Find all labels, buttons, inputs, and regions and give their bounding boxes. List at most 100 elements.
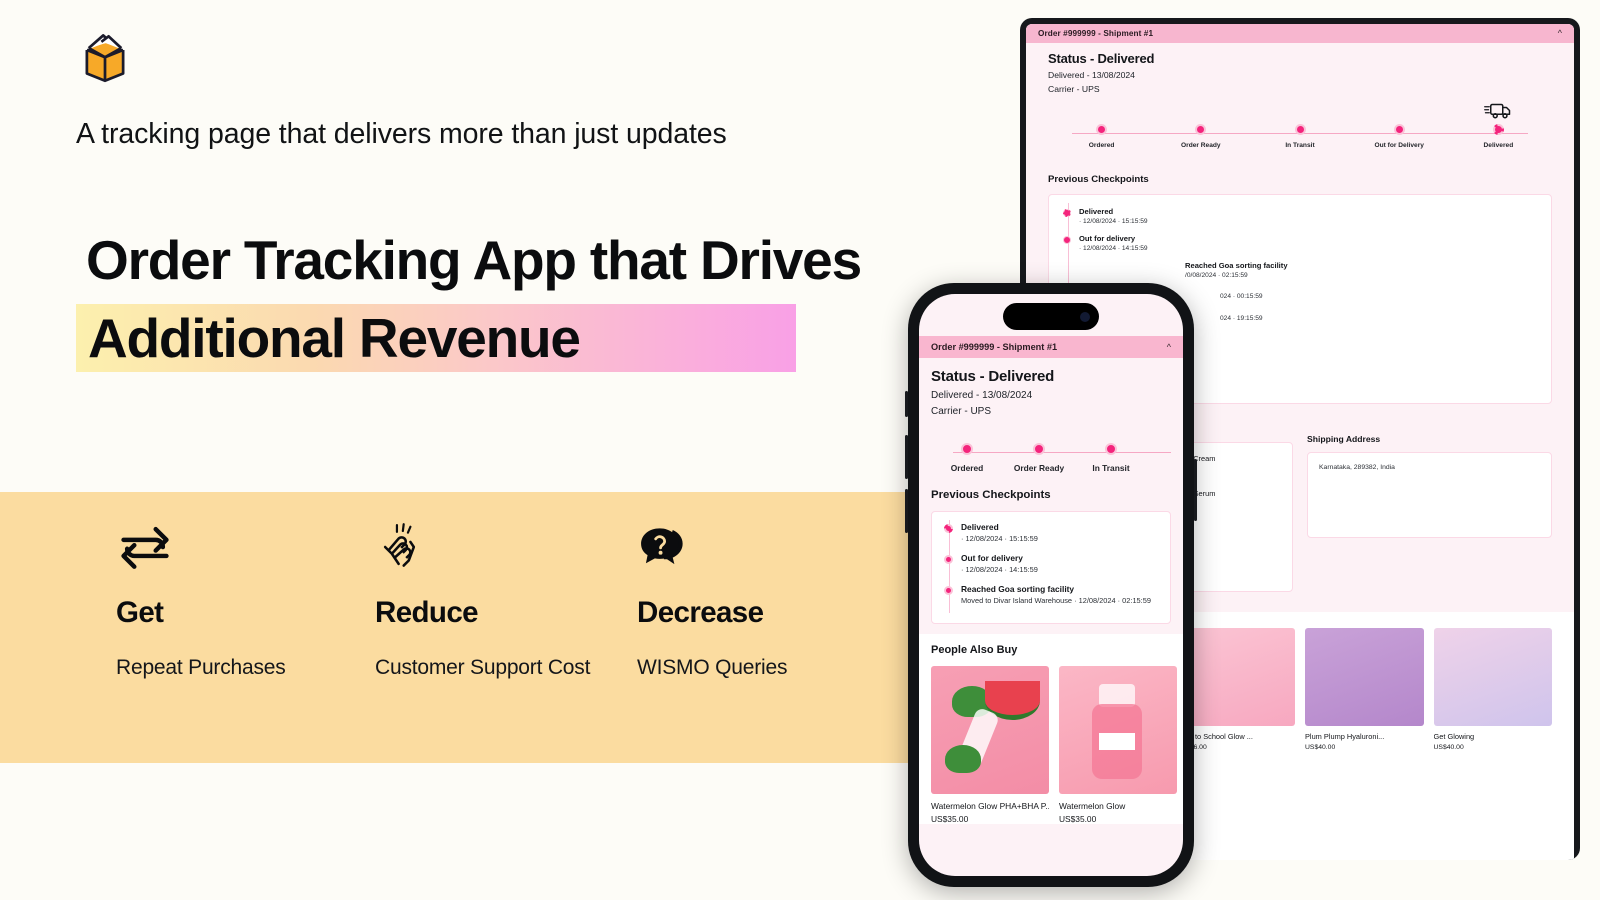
desktop-address-box: Karnataka, 289382, India [1307, 452, 1552, 538]
hero-headline-line1: Order Tracking App that Drives [86, 229, 862, 291]
fist-bump-icon [375, 516, 613, 578]
product-card[interactable]: Get Glowing US$40.00 [1433, 628, 1552, 751]
desktop-progress-steps: Ordered Order Ready In Transit Out for Deli… [1052, 124, 1548, 149]
product-image [1176, 628, 1295, 726]
checkpoint-name: Reached Goa sorting facility [1185, 261, 1288, 270]
phone-reco-title: People Also Buy [931, 643, 1018, 656]
checkpoint-item: Delivered · 12/08/2024 · 15:15:59 [1049, 207, 1551, 234]
checkpoint-meta: · 12/08/2024 · 14:15:59 [961, 564, 1038, 574]
progress-step-label: In Transit [1285, 142, 1315, 149]
progress-step: Delivered [1449, 124, 1548, 149]
checkpoint-dot [944, 554, 953, 564]
phone-volume-down-button[interactable] [905, 489, 908, 533]
progress-dot [1492, 124, 1504, 135]
chevron-up-icon[interactable]: ^ [1558, 29, 1562, 38]
phone-reco-grid: Watermelon Glow PHA+BHA P... US$35.00 Wate… [931, 665, 1177, 824]
checkpoint-meta: /0/08/2024 · 02:15:59 [1185, 272, 1248, 279]
desktop-address-title: Shipping Address [1307, 434, 1381, 444]
feature-reduce: Reduce Customer Support Cost [375, 516, 613, 684]
hero-headline-highlight: Additional Revenue [76, 304, 796, 372]
checkpoint-name: Delivered [1079, 207, 1114, 216]
desktop-checkpoints-title: Previous Checkpoints [1048, 174, 1149, 185]
checkpoint-item: Out for delivery · 12/08/2024 · 14:15:59 [932, 553, 1170, 584]
product-card[interactable]: Watermelon Glow PHA+BHA P... US$35.00 [931, 665, 1049, 824]
checkpoint-name: Reached Goa sorting facility [961, 583, 1075, 594]
desktop-order-bar[interactable]: Order #999999 - Shipment #1 ^ [1026, 24, 1574, 43]
desktop-progress-tracker: Ordered Order Ready In Transit Out for Deli… [1026, 98, 1574, 168]
phone-status-title: Status - Delivered [931, 368, 1055, 385]
delivery-truck-icon [1484, 100, 1514, 126]
product-price: US$40.00 [1305, 744, 1336, 751]
product-price: US$40.00 [1433, 744, 1464, 751]
progress-dot [1105, 443, 1117, 455]
checkpoint-meta: 024 · 19:15:59 [1220, 315, 1263, 322]
phone-power-button[interactable] [1194, 459, 1197, 521]
desktop-progress-track: Ordered Order Ready In Transit Out for Deli… [1052, 124, 1548, 158]
phone-volume-up-button[interactable] [905, 435, 908, 479]
feature-subtitle: Customer Support Cost [375, 656, 591, 679]
progress-step: In Transit [1250, 124, 1349, 149]
feature-title: Reduce [375, 596, 479, 629]
feature-title: Decrease [637, 596, 764, 629]
desktop-status-block: Status - Delivered Delivered - 13/08/202… [1026, 43, 1574, 98]
checkpoint-item: Reached Goa sorting facility Moved to Div… [932, 584, 1170, 615]
checkpoint-dot [1063, 236, 1071, 244]
checkpoint-item: Out for delivery · 12/08/2024 · 14:15:59 [1049, 234, 1551, 261]
progress-step: In Transit [1075, 443, 1147, 473]
phone-carrier: Carrier - UPS [931, 406, 992, 417]
progress-step-label: Order Ready [1181, 142, 1221, 149]
desktop-carrier: Carrier - UPS [1048, 84, 1100, 94]
product-image [1305, 628, 1424, 726]
feature-decrease: Decrease WISMO Queries [637, 516, 867, 684]
desktop-status-title: Status - Delivered [1048, 51, 1155, 66]
checkpoint-dot [944, 524, 953, 533]
marketing-column: A tracking page that delivers more than … [0, 0, 960, 900]
progress-dot [1096, 124, 1108, 135]
progress-dot [1195, 124, 1207, 135]
phone-silent-switch[interactable] [905, 391, 908, 417]
phone-order-bar[interactable]: Order #999999 - Shipment #1 ^ [919, 336, 1183, 358]
product-price: US$35.00 [931, 813, 969, 824]
product-name: Back to School Glow ... [1176, 732, 1253, 741]
progress-dot [1294, 124, 1306, 135]
product-name: Get Glowing [1433, 732, 1475, 741]
open-box-icon [76, 30, 134, 88]
repeat-arrows-icon [116, 516, 346, 578]
product-card[interactable]: Watermelon Glow US$35.00 [1059, 665, 1177, 824]
chevron-up-icon[interactable]: ^ [1167, 342, 1171, 352]
phone-front-camera [1080, 311, 1090, 322]
checkpoint-name: Delivered [961, 522, 999, 532]
progress-dot [961, 443, 973, 455]
phone-delivered-date: Delivered - 13/08/2024 [931, 390, 1033, 401]
progress-step: Ordered [1052, 124, 1151, 149]
desktop-order-label: Order #999999 - Shipment #1 [1038, 29, 1154, 38]
product-card[interactable]: Back to School Glow ... US$76.00 [1176, 628, 1296, 751]
product-image [931, 665, 1049, 794]
feature-get: Get Repeat Purchases [116, 516, 346, 684]
product-card[interactable]: Plum Plump Hyaluroni... US$40.00 [1305, 628, 1424, 751]
checkpoint-name: Out for delivery [961, 552, 1023, 563]
progress-step-label: Ordered [950, 463, 984, 473]
product-name: Watermelon Glow [1059, 800, 1126, 811]
phone-order-label: Order #999999 - Shipment #1 [931, 342, 1058, 352]
checkpoint-name: Out for delivery [1079, 234, 1136, 243]
checkpoint-item: Delivered · 12/08/2024 · 15:15:59 [932, 522, 1170, 553]
progress-step-label: Order Ready [1013, 463, 1065, 473]
progress-step: Ordered [931, 443, 1003, 473]
progress-step: Order Ready [1151, 124, 1250, 149]
progress-step-label: In Transit [1092, 463, 1130, 473]
hero-headline-line2: Additional Revenue [88, 307, 581, 369]
feature-title: Get [116, 596, 164, 629]
progress-step: Out for Delivery [1350, 124, 1449, 149]
checkpoint-meta: Moved to Divar Island Warehouse · 12/08/… [961, 595, 1151, 605]
product-price: US$76.00 [1177, 744, 1296, 751]
phone-checkpoints-box: Delivered · 12/08/2024 · 15:15:59 Out for … [931, 511, 1171, 624]
phone-checkpoints-title: Previous Checkpoints [931, 489, 1051, 501]
phone-dynamic-island [1003, 303, 1099, 330]
feature-subtitle: Repeat Purchases [116, 656, 286, 679]
phone-recommendations: People Also Buy Watermelon Glow PHA+BHA … [919, 633, 1183, 824]
checkpoint-dot [1063, 209, 1071, 217]
progress-step: Order Ready [1003, 443, 1075, 473]
phone-progress-track: Ordered Order Ready In Transit [931, 443, 1171, 483]
product-price: US$35.00 [1059, 813, 1097, 824]
